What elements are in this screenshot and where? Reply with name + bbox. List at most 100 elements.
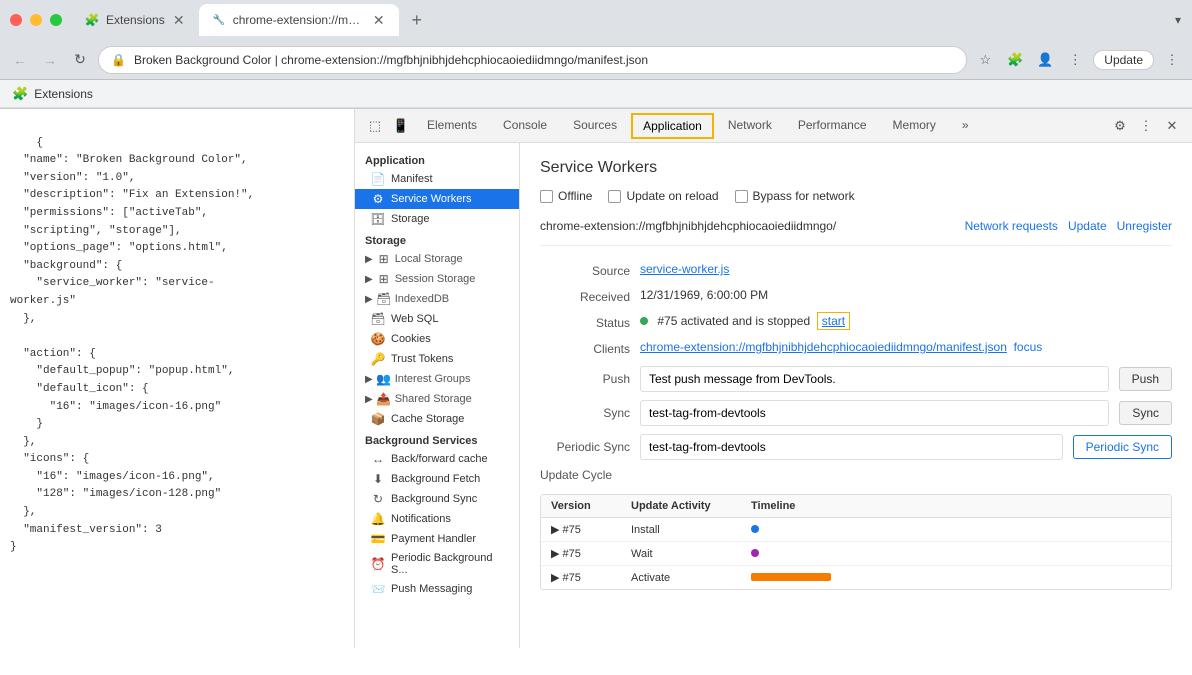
tab-close-devtools[interactable]: ✕ <box>371 12 387 28</box>
tab-overflow-btn[interactable]: ▾ <box>1164 6 1192 34</box>
push-messaging-label: Push Messaging <box>391 583 472 595</box>
sw-url-text: chrome-extension://mgfbhjnibhjdehcphioca… <box>540 219 836 233</box>
sidebar-item-trust-tokens[interactable]: 🔑 Trust Tokens <box>355 349 519 369</box>
sync-button[interactable]: Sync <box>1119 401 1172 425</box>
web-sql-label: Web SQL <box>391 313 439 325</box>
payment-icon: 💳 <box>371 532 385 546</box>
tab-sources[interactable]: Sources <box>561 112 629 140</box>
tab-more-tools[interactable]: » <box>950 112 981 140</box>
sidebar-item-storage[interactable]: 🗄 Storage <box>355 209 519 229</box>
sidebar-item-background-fetch[interactable]: ⬇ Background Fetch <box>355 469 519 489</box>
tab-console[interactable]: Console <box>491 112 559 140</box>
offline-checkbox[interactable] <box>540 190 553 203</box>
sidebar-item-service-workers[interactable]: ⚙ Service Workers <box>355 189 519 209</box>
sidebar-item-session-storage[interactable]: ▶ ⊞ Session Storage <box>355 269 519 289</box>
reload-btn[interactable]: ↻ <box>68 48 92 72</box>
device-mode-icon[interactable]: 📱 <box>389 114 413 138</box>
fetch-icon: ⬇ <box>371 472 385 486</box>
more-options-icon[interactable]: ⋮ <box>1160 48 1184 72</box>
push-input[interactable] <box>640 366 1109 392</box>
bypass-for-network-option[interactable]: Bypass for network <box>735 189 855 203</box>
row1-timeline <box>741 519 1171 541</box>
storage-icon: 🗄 <box>371 212 385 226</box>
inspect-element-icon[interactable]: ⬚ <box>363 114 387 138</box>
address-bar[interactable]: 🔒 Broken Background Color | chrome-exten… <box>98 46 967 74</box>
tab-elements[interactable]: Elements <box>415 112 489 140</box>
tab-close-extensions[interactable]: ✕ <box>171 12 187 28</box>
row3-version[interactable]: ▶ #75 <box>541 566 621 589</box>
periodic-sync-input[interactable] <box>640 434 1063 460</box>
local-storage-label: Local Storage <box>395 253 463 265</box>
sync-input[interactable] <box>640 400 1109 426</box>
tab-devtools[interactable]: 🔧 chrome-extension://mgfbhjnib... ✕ <box>199 4 399 36</box>
sidebar-item-local-storage[interactable]: ▶ ⊞ Local Storage <box>355 249 519 269</box>
push-button[interactable]: Push <box>1119 367 1172 391</box>
tab-application[interactable]: Application <box>631 113 714 139</box>
sw-periodic-sync-row: Periodic Sync Periodic Sync <box>540 434 1172 460</box>
update-on-reload-checkbox[interactable] <box>608 190 621 203</box>
close-window-btn[interactable] <box>10 14 22 26</box>
back-btn[interactable]: ← <box>8 48 32 72</box>
tab-performance[interactable]: Performance <box>786 112 879 140</box>
sidebar-item-indexeddb[interactable]: ▶ 🗃 IndexedDB <box>355 289 519 309</box>
indexeddb-label: IndexedDB <box>395 293 449 305</box>
row2-version[interactable]: ▶ #75 <box>541 542 621 565</box>
push-label: Push <box>540 372 630 386</box>
sidebar-item-push-messaging[interactable]: 📨 Push Messaging <box>355 579 519 599</box>
update-on-reload-option[interactable]: Update on reload <box>608 189 718 203</box>
settings-icon[interactable]: ⋮ <box>1063 48 1087 72</box>
devtools-more-icon[interactable]: ⋮ <box>1134 114 1158 138</box>
source-value[interactable]: service-worker.js <box>640 262 1172 276</box>
sidebar-item-cache-storage[interactable]: 📦 Cache Storage <box>355 409 519 429</box>
group-icon: 👥 <box>377 372 391 386</box>
table-row-wait: ▶ #75 Wait <box>541 542 1171 566</box>
forward-btn[interactable]: → <box>38 48 62 72</box>
minimize-window-btn[interactable] <box>30 14 42 26</box>
gear-icon: ⚙ <box>371 192 385 206</box>
tab-network[interactable]: Network <box>716 112 784 140</box>
sidebar-item-background-sync[interactable]: ↻ Background Sync <box>355 489 519 509</box>
sidebar-item-periodic-background[interactable]: ⏰ Periodic Background S... <box>355 549 519 579</box>
periodic-sync-button[interactable]: Periodic Sync <box>1073 435 1172 459</box>
payment-handler-label: Payment Handler <box>391 533 476 545</box>
sw-url-bar: chrome-extension://mgfbhjnibhjdehcphioca… <box>540 219 1172 246</box>
sidebar-item-interest-groups[interactable]: ▶ 👥 Interest Groups <box>355 369 519 389</box>
close-devtools-icon[interactable]: ✕ <box>1160 114 1184 138</box>
profile-icon[interactable]: 👤 <box>1033 48 1057 72</box>
extensions-pin-icon: 🧩 <box>12 86 28 102</box>
chevron-right-icon-4: ▶ <box>365 374 373 385</box>
clients-url[interactable]: chrome-extension://mgfbhjnibhjdehcphioca… <box>640 340 1007 354</box>
tab-memory[interactable]: Memory <box>881 112 948 140</box>
shared-icon: 📤 <box>377 392 391 406</box>
bypass-for-network-checkbox[interactable] <box>735 190 748 203</box>
chevron-right-icon-2: ▶ <box>365 274 373 285</box>
extensions-icon[interactable]: 🧩 <box>1003 48 1027 72</box>
offline-option[interactable]: Offline <box>540 189 592 203</box>
network-requests-link[interactable]: Network requests <box>965 219 1058 233</box>
lock-icon: 🔒 <box>111 53 126 67</box>
sidebar-item-cookies[interactable]: 🍪 Cookies <box>355 329 519 349</box>
row1-activity: Install <box>621 519 741 541</box>
extensions-label: Extensions <box>34 87 93 101</box>
sidebar-item-payment-handler[interactable]: 💳 Payment Handler <box>355 529 519 549</box>
focus-link[interactable]: focus <box>1014 340 1043 354</box>
new-tab-btn[interactable]: + <box>403 6 431 34</box>
update-link[interactable]: Update <box>1068 219 1107 233</box>
start-link[interactable]: start <box>817 312 850 330</box>
sidebar-item-manifest[interactable]: 📄 Manifest <box>355 169 519 189</box>
sidebar-item-shared-storage[interactable]: ▶ 📤 Shared Storage <box>355 389 519 409</box>
sidebar-item-web-sql[interactable]: 🗃 Web SQL <box>355 309 519 329</box>
row1-version[interactable]: ▶ #75 <box>541 518 621 541</box>
bookmark-star-icon[interactable]: ☆ <box>973 48 997 72</box>
tab-extensions[interactable]: 🧩 Extensions ✕ <box>72 4 199 36</box>
periodic-icon: ⏰ <box>371 557 385 571</box>
interest-groups-label: Interest Groups <box>395 373 471 385</box>
unregister-link[interactable]: Unregister <box>1117 219 1172 233</box>
update-button[interactable]: Update <box>1093 50 1154 70</box>
settings-gear-icon[interactable]: ⚙ <box>1108 114 1132 138</box>
sidebar-item-notifications[interactable]: 🔔 Notifications <box>355 509 519 529</box>
chevron-right-icon-3: ▶ <box>365 294 373 305</box>
sidebar-item-back-forward[interactable]: ↔ Back/forward cache <box>355 449 519 469</box>
maximize-window-btn[interactable] <box>50 14 62 26</box>
update-cycle-section: Update Cycle Version Update Activity Tim… <box>540 468 1172 590</box>
